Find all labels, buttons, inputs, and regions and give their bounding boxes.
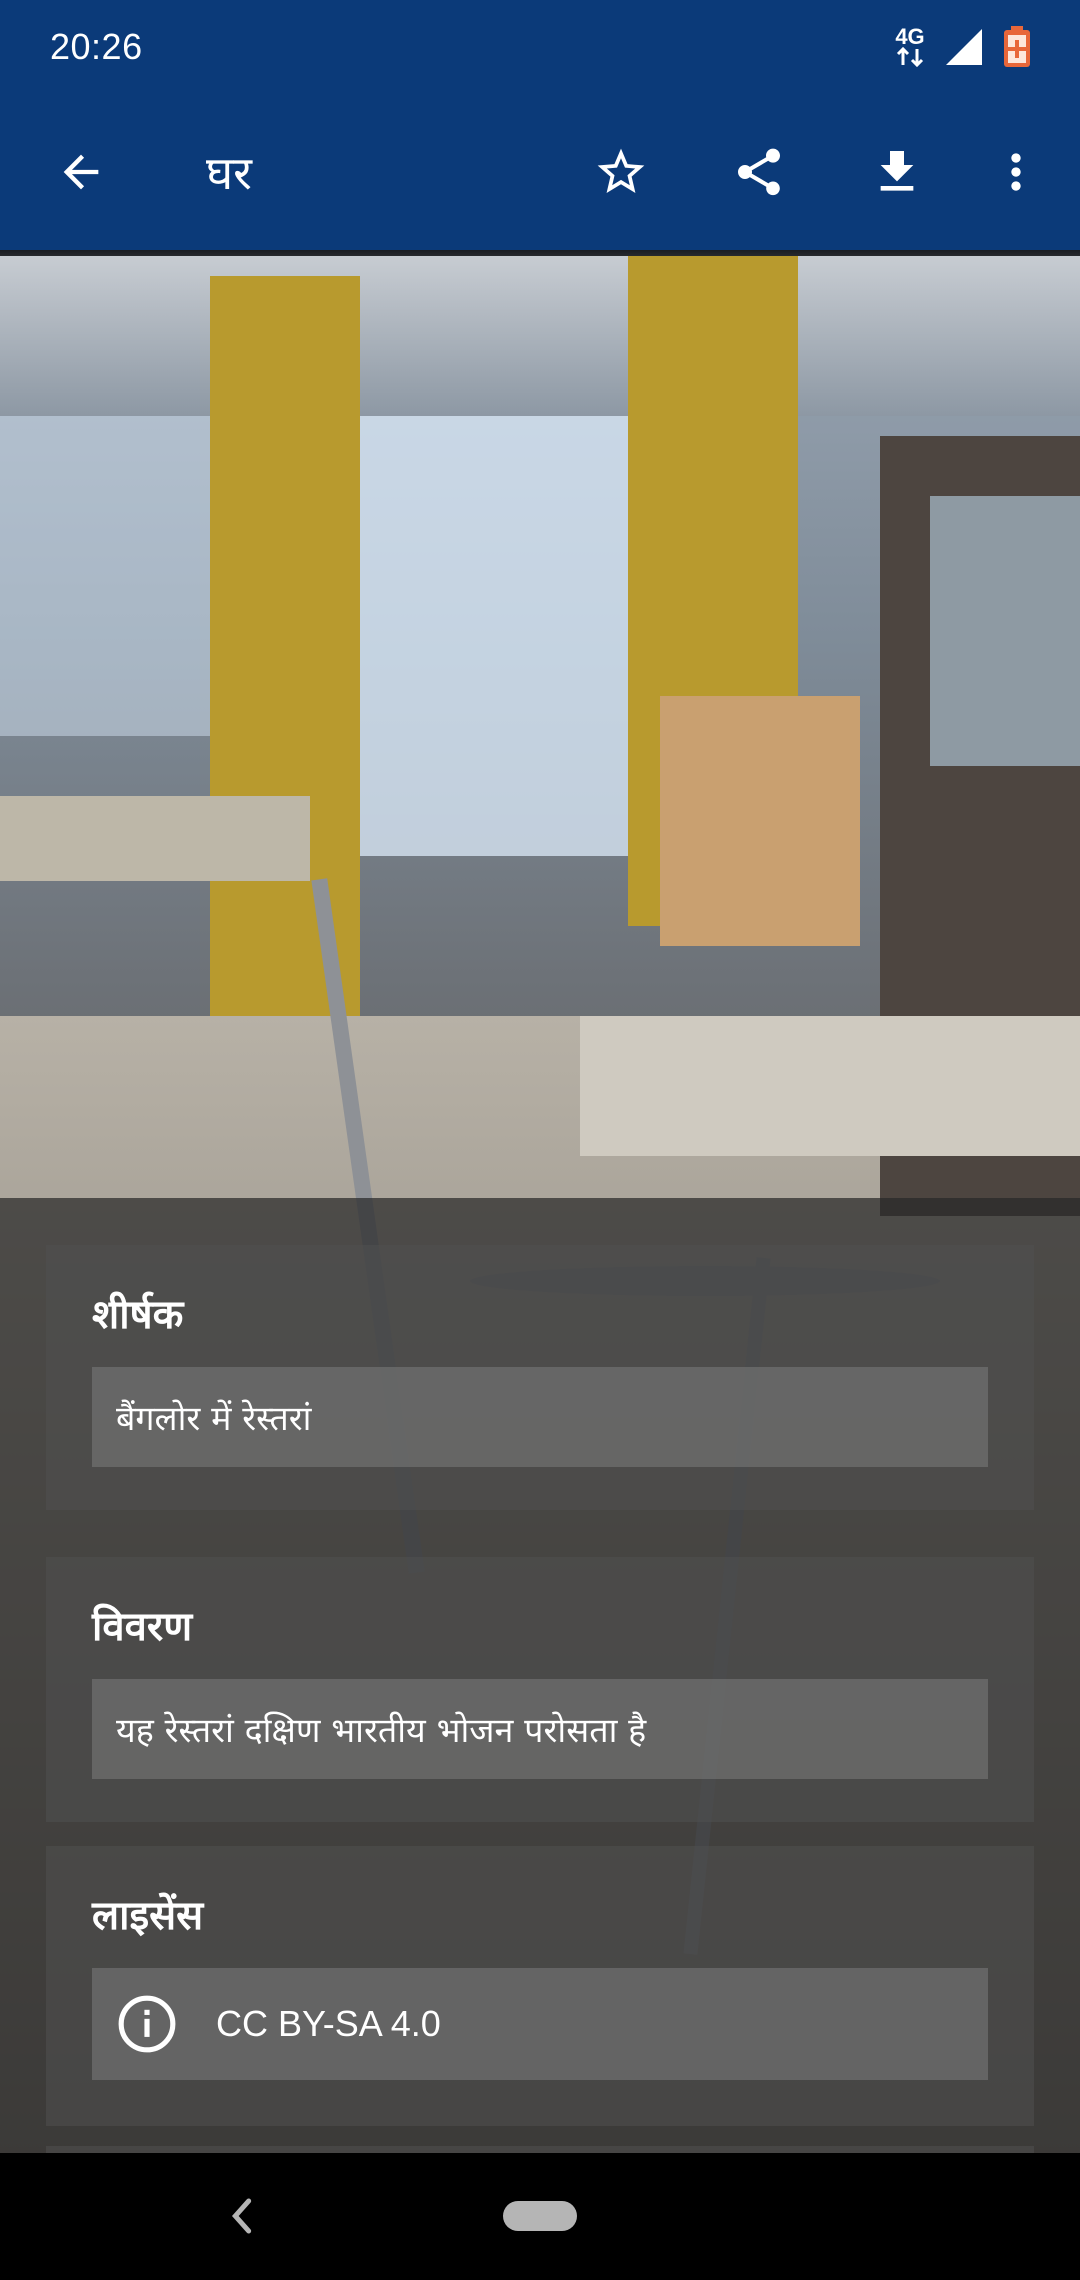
license-value: CC BY-SA 4.0 <box>216 2003 441 2044</box>
arrow-back-icon <box>63 154 99 190</box>
title-heading: शीर्षक <box>92 1292 184 1338</box>
system-nav-bar <box>0 2153 1080 2280</box>
app-bar: घर <box>0 94 1080 250</box>
download-button[interactable] <box>828 117 966 227</box>
photo-glass <box>930 496 1080 766</box>
photo-window-left <box>0 416 220 736</box>
share-icon <box>738 148 780 196</box>
more-vert-icon <box>1011 153 1021 191</box>
download-icon <box>880 151 914 191</box>
description-value: यह रेस्तरां दक्षिण भारतीय भोजन परोसता है <box>92 1679 988 1779</box>
network-arrows-icon: 4G <box>894 24 926 67</box>
license-heading: लाइसेंस <box>92 1893 204 1939</box>
star-icon <box>597 148 645 193</box>
photo-table-right <box>580 1016 1080 1156</box>
signal-icon <box>946 29 982 65</box>
photo-ceiling <box>0 256 1080 416</box>
back-button[interactable] <box>26 117 136 227</box>
photo-table-left <box>0 796 310 881</box>
description-card: विवरण यह रेस्तरां दक्षिण भारतीय भोजन परो… <box>46 1557 1034 1822</box>
description-heading: विवरण <box>92 1604 193 1650</box>
license-field[interactable]: CC BY-SA 4.0 <box>92 1968 988 2080</box>
bookmark-button[interactable] <box>552 117 690 227</box>
nav-back-icon[interactable] <box>222 2191 262 2241</box>
license-card: लाइसेंस CC BY-SA 4.0 <box>46 1846 1034 2126</box>
page-title: घर <box>206 146 252 200</box>
status-icons: 4G <box>894 26 1032 68</box>
more-options-button[interactable] <box>966 117 1066 227</box>
nav-home-pill[interactable] <box>503 2201 577 2231</box>
network-label: 4G <box>895 24 925 49</box>
photo-food-board <box>660 696 860 946</box>
battery-icon <box>1004 26 1030 67</box>
app-bar-actions <box>552 117 1066 227</box>
info-icon <box>116 1993 178 2055</box>
title-card: शीर्षक बैंगलोर में रेस्तरां <box>46 1245 1034 1510</box>
share-button[interactable] <box>690 117 828 227</box>
next-card-edge <box>46 2146 1034 2153</box>
status-bar: 20:26 4G <box>0 0 1080 94</box>
title-value: बैंगलोर में रेस्तरां <box>92 1367 988 1467</box>
status-time: 20:26 <box>50 26 143 67</box>
